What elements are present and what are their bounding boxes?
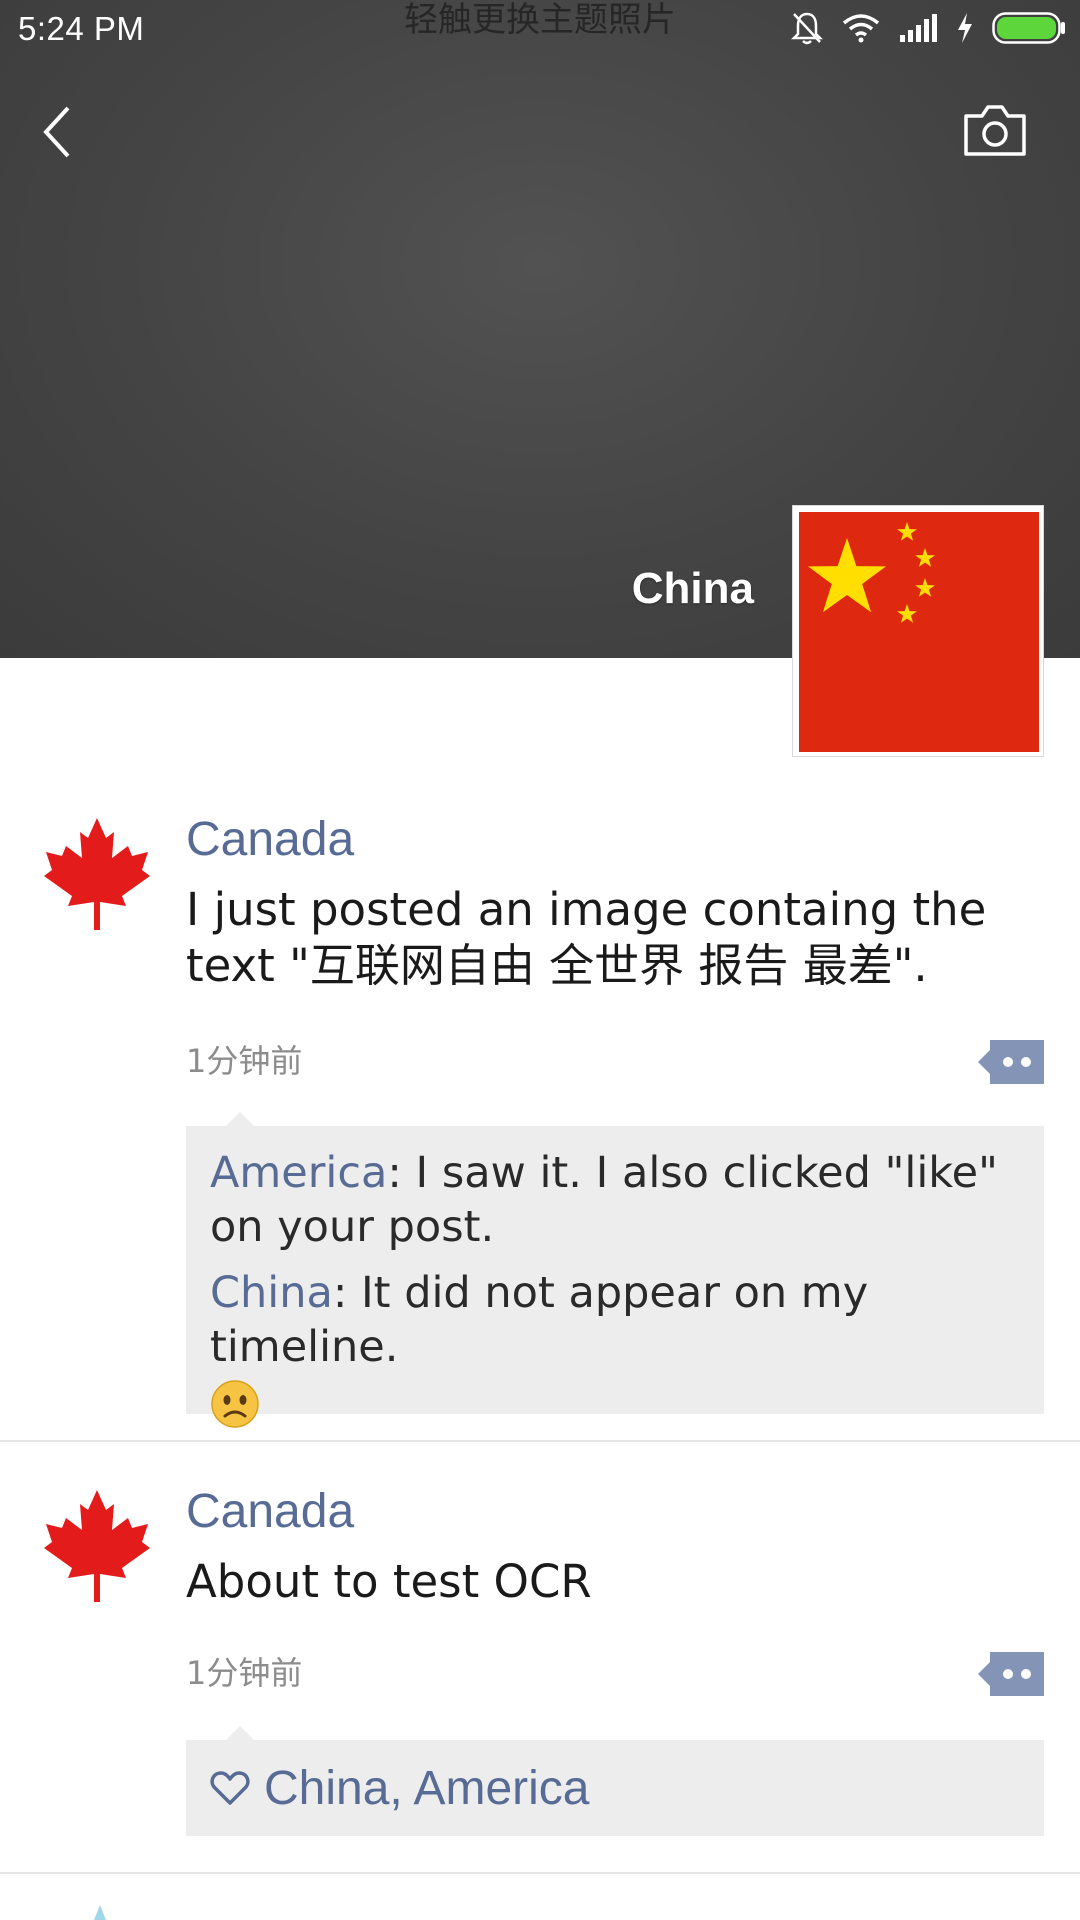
comment[interactable]: America: I saw it. I also clicked "like"… <box>210 1146 1020 1254</box>
post-time: 1分钟前 <box>186 1042 303 1080</box>
more-comment-icon <box>978 1040 1044 1084</box>
divider <box>0 1440 1080 1442</box>
signal-icon <box>898 13 938 48</box>
back-button[interactable] <box>36 100 86 164</box>
reply-arrow <box>226 1112 254 1126</box>
comment-separator: : <box>332 1268 361 1318</box>
comment-author[interactable]: China <box>210 1268 333 1318</box>
comment-button[interactable] <box>978 1652 1044 1696</box>
maple-leaf-icon <box>44 1490 150 1602</box>
post-time: 1分钟前 <box>186 1654 303 1692</box>
avatar-partial-icon <box>94 1905 106 1920</box>
comment[interactable]: China: It did not appear on my timeline. <box>210 1266 1020 1429</box>
post-text: About to test OCR <box>186 1555 592 1608</box>
status-icons <box>790 10 1066 50</box>
camera-button[interactable] <box>962 102 1028 158</box>
comment-separator: : <box>387 1148 416 1198</box>
comment-author[interactable]: America <box>210 1148 387 1198</box>
likes-names[interactable]: China, America <box>264 1761 589 1816</box>
more-comment-icon <box>978 1652 1044 1696</box>
post-text: I just posted an image containg the text… <box>186 883 987 992</box>
post-author[interactable]: Canada <box>186 812 354 867</box>
charging-icon <box>956 12 974 49</box>
mute-bell-icon <box>790 10 824 51</box>
maple-leaf-icon <box>44 818 150 930</box>
reply-arrow <box>226 1726 254 1740</box>
likes-section: China, America <box>186 1726 1044 1836</box>
avatar[interactable] <box>42 816 152 932</box>
battery-icon <box>992 11 1066 49</box>
frown-emoji-icon <box>210 1379 260 1429</box>
likes-row[interactable]: China, America <box>210 1740 589 1836</box>
profile-name[interactable]: China <box>632 564 754 614</box>
china-flag-icon <box>799 512 1039 752</box>
wifi-icon <box>842 13 880 48</box>
post-author[interactable]: Canada <box>186 1484 354 1539</box>
comment-section: America: I saw it. I also clicked "like"… <box>186 1112 1044 1428</box>
moment-post: Canada I just posted an image containg t… <box>0 790 1080 1442</box>
avatar[interactable] <box>42 1488 152 1604</box>
profile-avatar[interactable] <box>792 505 1044 757</box>
moment-post: Canada About to test OCR 1分钟前 China, Ame… <box>0 1462 1080 1874</box>
heart-icon <box>210 1771 250 1805</box>
status-bar: 5:24 PM 轻触更换主题照片 <box>0 0 1080 60</box>
chevron-left-icon <box>43 106 70 158</box>
divider <box>0 1872 1080 1874</box>
camera-icon <box>964 105 1026 156</box>
comment-button[interactable] <box>978 1040 1044 1084</box>
next-post-avatar[interactable] <box>80 1905 120 1920</box>
